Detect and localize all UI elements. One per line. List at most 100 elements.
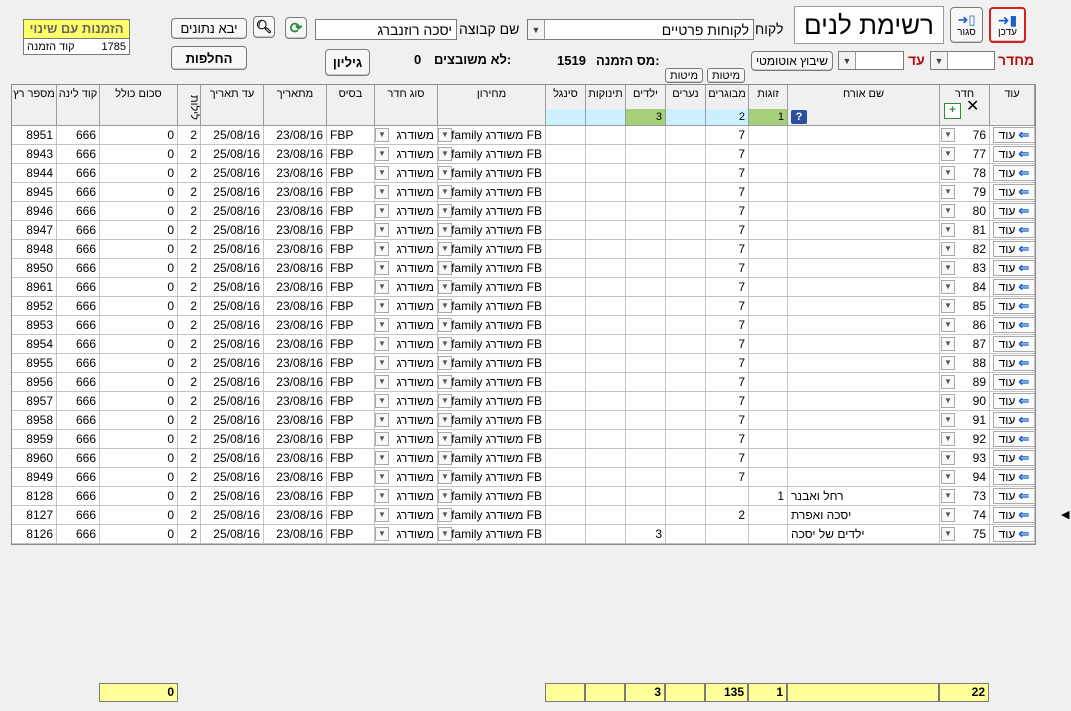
chevron-down-icon[interactable]: ▼ bbox=[375, 413, 389, 427]
cell-nights[interactable]: 2 bbox=[178, 411, 201, 429]
cell-total[interactable]: 0 bbox=[100, 487, 178, 505]
chevron-down-icon[interactable]: ▼ bbox=[438, 185, 452, 199]
cell-couples[interactable] bbox=[749, 278, 788, 296]
cell-run-number[interactable]: 8126 bbox=[12, 525, 57, 543]
chevron-down-icon[interactable]: ▼ bbox=[375, 280, 389, 294]
cell-price[interactable]: ▼ FB משודרג family bbox=[438, 468, 546, 486]
cell-signal[interactable] bbox=[546, 449, 586, 467]
cell-teens[interactable] bbox=[666, 430, 706, 448]
cell-guest[interactable] bbox=[788, 468, 940, 486]
cell-couples[interactable] bbox=[749, 525, 788, 543]
cell-price[interactable]: ▼ FB משודרג family bbox=[438, 449, 546, 467]
cell-total[interactable]: 0 bbox=[100, 202, 178, 220]
cell-to-date[interactable]: 25/08/16 bbox=[201, 240, 264, 258]
cell-guest[interactable] bbox=[788, 373, 940, 391]
cell-base[interactable]: FBP bbox=[327, 183, 375, 201]
cell-run-number[interactable]: 8953 bbox=[12, 316, 57, 334]
chevron-down-icon[interactable]: ▼ bbox=[941, 185, 955, 199]
cell-action[interactable]: עוד ⇐ bbox=[990, 525, 1035, 543]
chevron-down-icon[interactable]: ▼ bbox=[375, 375, 389, 389]
cell-couples[interactable] bbox=[749, 430, 788, 448]
cell-couples[interactable] bbox=[749, 392, 788, 410]
cell-line-code[interactable]: 666 bbox=[57, 126, 100, 144]
cell-room[interactable]: ▼ 89 bbox=[940, 373, 990, 391]
cell-base[interactable]: FBP bbox=[327, 392, 375, 410]
cell-action[interactable]: עוד ⇐ bbox=[990, 278, 1035, 296]
cell-room[interactable]: ▼ 73 bbox=[940, 487, 990, 505]
more-button[interactable]: עוד ⇐ bbox=[993, 374, 1034, 390]
cell-room[interactable]: ▼ 77 bbox=[940, 145, 990, 163]
chevron-down-icon[interactable]: ▼ bbox=[941, 375, 955, 389]
cell-base[interactable]: FBP bbox=[327, 506, 375, 524]
filter-cell-infants[interactable] bbox=[586, 109, 626, 125]
cell-nights[interactable]: 2 bbox=[178, 525, 201, 543]
cell-room-type[interactable]: ▼ משודרג bbox=[375, 221, 438, 239]
cell-teens[interactable] bbox=[666, 487, 706, 505]
cell-base[interactable]: FBP bbox=[327, 411, 375, 429]
chevron-down-icon[interactable]: ▼ bbox=[438, 147, 452, 161]
cell-couples[interactable] bbox=[749, 449, 788, 467]
cell-nights[interactable]: 2 bbox=[178, 316, 201, 334]
chevron-down-icon[interactable]: ▼ bbox=[438, 299, 452, 313]
cell-adults[interactable]: 7 bbox=[706, 164, 749, 182]
cell-nights[interactable]: 2 bbox=[178, 449, 201, 467]
cell-nights[interactable]: 2 bbox=[178, 297, 201, 315]
cell-nights[interactable]: 2 bbox=[178, 126, 201, 144]
more-button[interactable]: עוד ⇐ bbox=[993, 412, 1034, 428]
chevron-down-icon[interactable]: ▼ bbox=[375, 242, 389, 256]
cell-room[interactable]: ▼ 82 bbox=[940, 240, 990, 258]
cell-guest[interactable] bbox=[788, 335, 940, 353]
cell-to-date[interactable]: 25/08/16 bbox=[201, 354, 264, 372]
cell-action[interactable]: עוד ⇐ bbox=[990, 373, 1035, 391]
column-header-total[interactable]: סכום כולל bbox=[100, 85, 178, 126]
cell-run-number[interactable]: 8951 bbox=[12, 126, 57, 144]
changed-orders-box[interactable]: הזמנות עם שינוי קוד הזמנה 1785 bbox=[23, 19, 130, 55]
cell-total[interactable]: 0 bbox=[100, 525, 178, 543]
chevron-down-icon[interactable]: ▼ bbox=[941, 223, 955, 237]
cell-infants[interactable] bbox=[586, 468, 626, 486]
cell-signal[interactable] bbox=[546, 506, 586, 524]
cell-infants[interactable] bbox=[586, 202, 626, 220]
cell-action[interactable]: עוד ⇐ bbox=[990, 411, 1035, 429]
chevron-down-icon[interactable]: ▼ bbox=[941, 147, 955, 161]
more-button[interactable]: עוד ⇐ bbox=[993, 450, 1034, 466]
chevron-down-icon[interactable]: ▼ bbox=[438, 337, 452, 351]
cell-total[interactable]: 0 bbox=[100, 183, 178, 201]
cell-room[interactable]: ▼ 75 bbox=[940, 525, 990, 543]
cell-from-date[interactable]: 23/08/16 bbox=[264, 297, 327, 315]
cell-signal[interactable] bbox=[546, 297, 586, 315]
chevron-down-icon[interactable]: ▼ bbox=[438, 318, 452, 332]
cell-couples[interactable] bbox=[749, 202, 788, 220]
cell-price[interactable]: ▼ FB משודרג family bbox=[438, 525, 546, 543]
cell-signal[interactable] bbox=[546, 335, 586, 353]
cell-line-code[interactable]: 666 bbox=[57, 392, 100, 410]
cell-nights[interactable]: 2 bbox=[178, 145, 201, 163]
cell-price[interactable]: ▼ FB משודרג family bbox=[438, 392, 546, 410]
cell-nights[interactable]: 2 bbox=[178, 506, 201, 524]
chevron-down-icon[interactable]: ▼ bbox=[941, 280, 955, 294]
chevron-down-icon[interactable]: ▼ bbox=[941, 470, 955, 484]
cell-from-date[interactable]: 23/08/16 bbox=[264, 316, 327, 334]
cell-teens[interactable] bbox=[666, 221, 706, 239]
cell-line-code[interactable]: 666 bbox=[57, 278, 100, 296]
cell-infants[interactable] bbox=[586, 411, 626, 429]
cell-action[interactable]: עוד ⇐ bbox=[990, 449, 1035, 467]
cell-infants[interactable] bbox=[586, 259, 626, 277]
cell-guest[interactable] bbox=[788, 392, 940, 410]
cell-infants[interactable] bbox=[586, 487, 626, 505]
cell-to-date[interactable]: 25/08/16 bbox=[201, 525, 264, 543]
cell-line-code[interactable]: 666 bbox=[57, 297, 100, 315]
cell-price[interactable]: ▼ FB משודרג family bbox=[438, 259, 546, 277]
cell-infants[interactable] bbox=[586, 164, 626, 182]
cell-from-date[interactable]: 23/08/16 bbox=[264, 392, 327, 410]
cell-guest[interactable] bbox=[788, 316, 940, 334]
add-row-icon[interactable]: + bbox=[944, 103, 961, 119]
cell-room[interactable]: ▼ 78 bbox=[940, 164, 990, 182]
cell-children[interactable] bbox=[626, 506, 666, 524]
cell-nights[interactable]: 2 bbox=[178, 373, 201, 391]
chevron-down-icon[interactable]: ▼ bbox=[375, 223, 389, 237]
cell-base[interactable]: FBP bbox=[327, 240, 375, 258]
cell-room-type[interactable]: ▼ משודרג bbox=[375, 278, 438, 296]
cell-room-type[interactable]: ▼ משודרג bbox=[375, 259, 438, 277]
chevron-down-icon[interactable]: ▼ bbox=[438, 489, 452, 503]
